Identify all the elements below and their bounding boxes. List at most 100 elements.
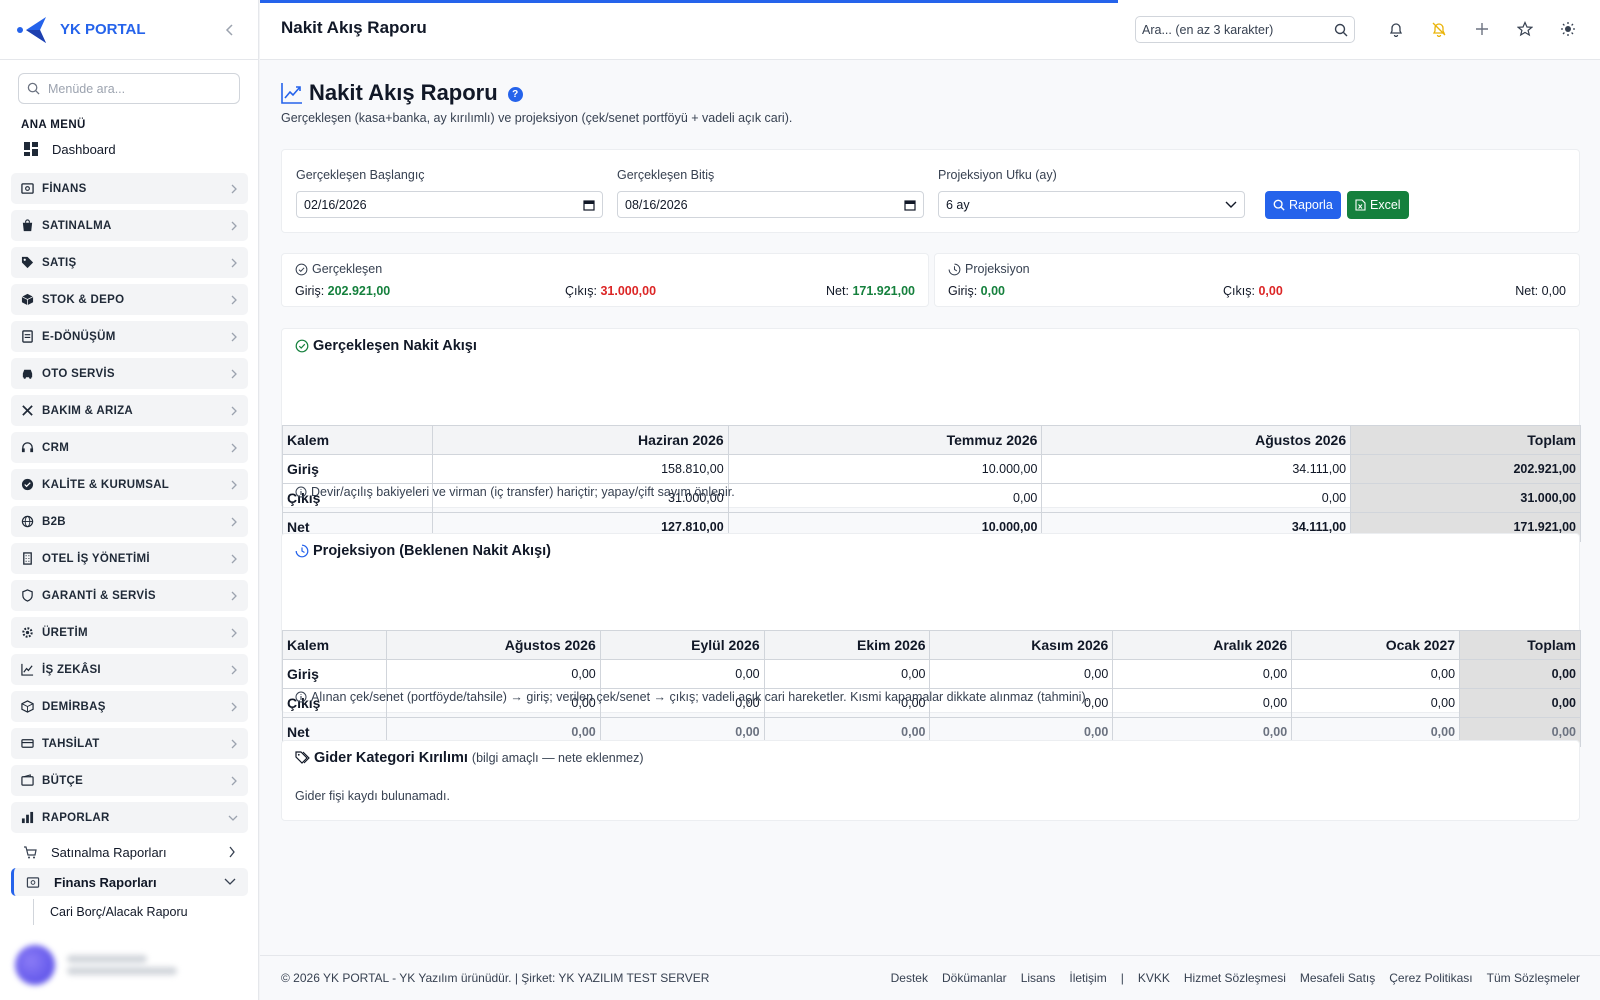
tags-icon [295, 751, 310, 764]
sidebar-group-kalite-kurumsal[interactable]: KALİTE & KURUMSAL [11, 469, 248, 500]
report-button[interactable]: Raporla [1265, 191, 1341, 219]
realized-net: Net: 171.921,00 [826, 284, 915, 298]
footer-link-cerez-politikasi[interactable]: Çerez Politikası [1389, 971, 1472, 985]
notifications-button[interactable] [1385, 18, 1407, 40]
start-date-input[interactable]: 02/16/2026 [296, 191, 603, 218]
realized-out: Çıkış: 31.000,00 [565, 284, 657, 298]
sidebar-item-cari-borc-alacak[interactable]: Cari Borç/Alacak Raporu [33, 899, 248, 925]
chevron-right-icon [229, 846, 235, 858]
end-date-input[interactable]: 08/16/2026 [617, 191, 924, 218]
total-cell: 0,00 [1459, 659, 1581, 689]
help-icon[interactable]: ? [507, 87, 523, 102]
horizon-select[interactable]: 6 ay [938, 191, 1245, 218]
sidebar-group-label: SATIŞ [42, 256, 77, 269]
finance-report-icon [26, 876, 40, 888]
realized-out-value: 31.000,00 [600, 284, 657, 298]
sidebar-item-satinalma-raporlari[interactable]: Satınalma Raporları [11, 838, 248, 866]
total-cell: 0,00 [1459, 688, 1581, 718]
filter-card: Gerçekleşen Başlangıç 02/16/2026 Gerçekl… [281, 149, 1580, 233]
sidebar-group-otel[interactable]: OTEL İŞ YÖNETİMİ [11, 543, 248, 574]
sidebar-group-garanti-servis[interactable]: GARANTİ & SERVİS [11, 580, 248, 611]
sidebar-item-dashboard[interactable]: Dashboard [24, 136, 258, 162]
favorites-button[interactable] [1514, 18, 1536, 40]
avatar [15, 945, 55, 985]
global-search [1135, 16, 1355, 43]
brand-logo-icon[interactable] [16, 14, 48, 46]
sidebar-group-label: CRM [42, 441, 70, 454]
brand-name[interactable]: YK PORTAL [60, 21, 218, 38]
sidebar-group-label: BAKIM & ARIZA [42, 404, 133, 417]
footer-link-lisans[interactable]: Lisans [1021, 971, 1056, 985]
chevron-right-icon [231, 406, 237, 415]
realized-summary-title: Gerçekleşen [295, 262, 382, 276]
sidebar-group-label: OTEL İŞ YÖNETİMİ [42, 552, 150, 565]
sidebar-group-raporlar[interactable]: RAPORLAR [11, 802, 248, 833]
search-icon [1334, 23, 1348, 36]
sidebar-group-uretim[interactable]: ÜRETİM [11, 617, 248, 648]
end-date-label: Gerçekleşen Bitiş [617, 168, 715, 182]
chevron-right-icon [231, 591, 237, 600]
table-cell: 34.111,00 [1041, 454, 1352, 484]
chevron-right-icon [231, 332, 237, 341]
menu-search-input[interactable] [48, 81, 231, 96]
column-header: Kalem [282, 425, 433, 455]
menu-search [18, 73, 240, 104]
tools-icon [22, 405, 33, 416]
realized-flow-note: Devir/açılış bakiyeleri ve virman (iç tr… [295, 485, 735, 499]
footer-link-hizmet-sozlesmesi[interactable]: Hizmet Sözleşmesi [1184, 971, 1286, 985]
footer-link-iletisim[interactable]: İletişim [1069, 971, 1106, 985]
sidebar-group-butce[interactable]: BÜTÇE [11, 765, 248, 796]
sidebar-group-label: FİNANS [42, 182, 87, 195]
sidebar-group-crm[interactable]: CRM [11, 432, 248, 463]
footer-link-tum-sozlesmeler[interactable]: Tüm Sözleşmeler [1487, 971, 1580, 985]
mute-notifications-button[interactable] [1428, 18, 1450, 40]
theme-toggle-button[interactable] [1557, 18, 1579, 40]
sidebar-group-label: GARANTİ & SERVİS [42, 589, 156, 602]
footer-link-destek[interactable]: Destek [891, 971, 928, 985]
search-icon [1273, 199, 1285, 211]
sidebar-group-is-zekasi[interactable]: İŞ ZEKÂSI [11, 654, 248, 685]
sidebar-group-demirbas[interactable]: DEMİRBAŞ [11, 691, 248, 722]
sidebar-group-finans[interactable]: FİNANS [11, 173, 248, 204]
chevron-right-icon [231, 665, 237, 674]
chevron-right-icon [231, 258, 237, 267]
clock-icon [295, 544, 309, 558]
tag-icon [21, 256, 34, 269]
globe-icon [21, 515, 34, 528]
sidebar-group-label: ÜRETİM [42, 626, 88, 639]
column-header: Kalem [282, 630, 387, 660]
sidebar-group-tahsilat[interactable]: TAHSİLAT [11, 728, 248, 759]
chevron-left-icon [225, 23, 233, 36]
search-icon [27, 82, 40, 95]
footer-link-mesafeli-satis[interactable]: Mesafeli Satış [1300, 971, 1375, 985]
sidebar-group-b2b[interactable]: B2B [11, 506, 248, 537]
table-cell: 10.000,00 [727, 454, 1043, 484]
box-icon [21, 293, 34, 306]
sidebar-group-label: KALİTE & KURUMSAL [42, 478, 170, 491]
credit-card-icon [21, 739, 34, 748]
global-search-input[interactable] [1142, 22, 1334, 37]
sidebar-group-oto-servis[interactable]: OTO SERVİS [11, 358, 248, 389]
footer-link-kvkk[interactable]: KVKK [1138, 971, 1170, 985]
add-button[interactable] [1471, 18, 1493, 40]
projection-summary-title: Projeksiyon [948, 262, 1030, 276]
collapse-sidebar-button[interactable] [218, 18, 242, 42]
sidebar-item-finans-raporlari[interactable]: Finans Raporları [11, 868, 248, 896]
loading-progress-bar [260, 0, 1118, 3]
projection-out-value: 0,00 [1258, 284, 1283, 298]
table-cell: 0,00 [1291, 659, 1461, 689]
sidebar-group-satinalma[interactable]: SATINALMA [11, 210, 248, 241]
sidebar-group-stok-depo[interactable]: STOK & DEPO [11, 284, 248, 315]
footer-copyright: © 2026 YK PORTAL - YK Yazılım ürünüdür. … [281, 971, 710, 985]
chevron-down-icon [1225, 201, 1237, 208]
excel-button[interactable]: Excel [1347, 191, 1409, 219]
table-cell: 0,00 [727, 483, 1043, 513]
user-card[interactable] [15, 943, 245, 987]
sidebar-group-bakim-ariza[interactable]: BAKIM & ARIZA [11, 395, 248, 426]
sidebar-group-label: E-DÖNÜŞÜM [42, 330, 116, 343]
row-label: Giriş [282, 454, 433, 484]
row-label: Giriş [282, 659, 387, 689]
footer-link-dokumanlar[interactable]: Dökümanlar [942, 971, 1007, 985]
sidebar-group-satis[interactable]: SATIŞ [11, 247, 248, 278]
sidebar-group-e-donusum[interactable]: E-DÖNÜŞÜM [11, 321, 248, 352]
